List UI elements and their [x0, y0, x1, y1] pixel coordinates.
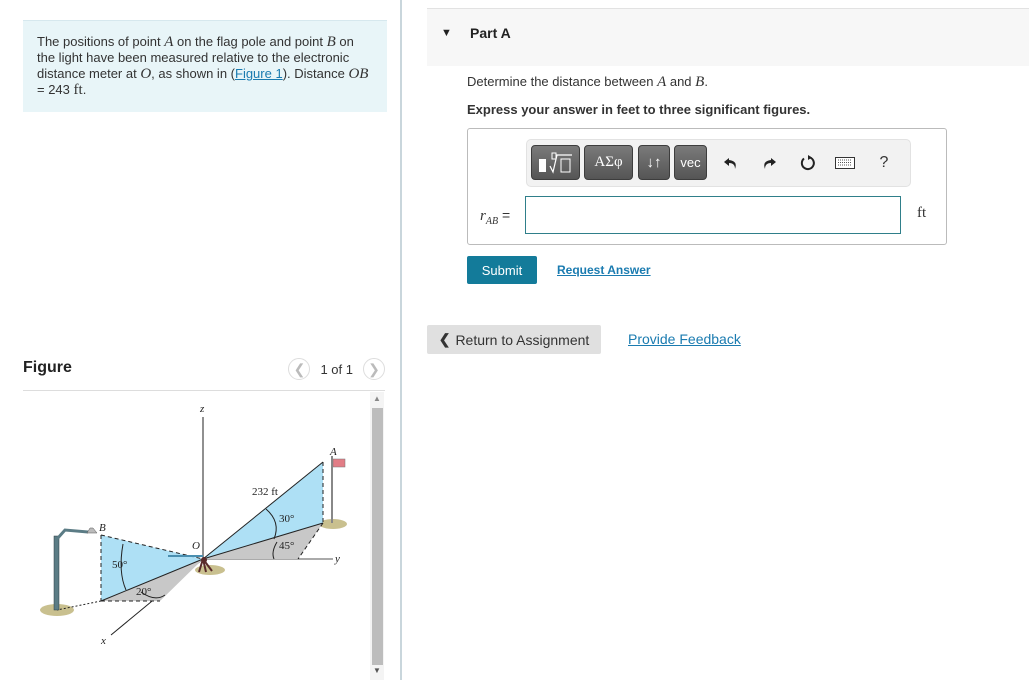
redo-icon	[764, 158, 776, 169]
submit-button[interactable]: Submit	[467, 256, 537, 284]
request-answer-link[interactable]: Request Answer	[557, 263, 651, 277]
scroll-thumb[interactable]	[372, 408, 383, 665]
intro-text: ). Distance	[282, 66, 349, 81]
chevron-left-icon: ❮	[293, 360, 306, 377]
math-b: B	[326, 34, 336, 50]
next-figure-button[interactable]: ❯	[363, 358, 385, 380]
part-title: Part A	[470, 25, 511, 41]
redo-button[interactable]	[757, 151, 781, 175]
figure-scrollbar[interactable]: ▲ ▼	[370, 392, 384, 680]
chevron-left-icon: ❮	[438, 331, 451, 347]
unit-label: ft	[917, 205, 927, 221]
label-x: x	[100, 635, 106, 647]
templates-button[interactable]	[531, 145, 580, 180]
answer-input[interactable]	[525, 196, 901, 234]
math-a: A	[164, 34, 174, 50]
label-b: B	[99, 522, 106, 534]
intro-text: The positions of point	[37, 34, 165, 49]
label-angle-20: 20°	[136, 586, 151, 598]
equals-sign: =	[501, 207, 511, 223]
provide-feedback-link[interactable]: Provide Feedback	[628, 331, 741, 347]
variable-subscript: AB	[485, 215, 499, 227]
math-toolbar: ΑΣφ ↓↑ vec ?	[526, 139, 911, 187]
chevron-right-icon: ❯	[368, 360, 380, 377]
math-unit: ft	[73, 82, 83, 98]
right-pane: ▼ Part A Determine the distance between …	[402, 0, 1029, 680]
label-a: A	[329, 446, 337, 458]
math-ob: OB	[348, 66, 369, 82]
question-part: .	[704, 74, 708, 89]
label-distance: 232 ft	[252, 486, 278, 498]
flag	[332, 458, 346, 468]
undo-icon	[724, 158, 736, 169]
label-angle-50: 50°	[112, 559, 127, 571]
question-text: Determine the distance between A and B.	[467, 74, 708, 91]
undo-button[interactable]	[719, 151, 743, 175]
problem-intro: The positions of point A on the flag pol…	[23, 20, 387, 112]
label-angle-45: 45°	[279, 540, 294, 552]
return-label: Return to Assignment	[455, 331, 590, 348]
light-pole	[53, 535, 60, 611]
keyboard-icon	[835, 157, 855, 169]
light-arm	[55, 528, 89, 540]
math-o: O	[140, 66, 152, 82]
pager-text: 1 of 1	[320, 361, 353, 377]
greek-symbols-button[interactable]: ΑΣφ	[584, 145, 633, 180]
label-z: z	[199, 403, 205, 415]
math-a: A	[657, 74, 667, 90]
fraction-root-template-icon	[538, 152, 572, 174]
label-y: y	[334, 553, 340, 565]
question-part: and	[666, 74, 696, 89]
figure-title: Figure	[23, 359, 72, 376]
figure-link[interactable]: Figure 1	[235, 66, 283, 81]
keyboard-button[interactable]	[833, 151, 857, 175]
figure-pager: ❮ 1 of 1 ❯	[288, 358, 385, 380]
intro-text: on the flag pole and point	[173, 34, 327, 49]
help-button[interactable]: ?	[872, 151, 896, 175]
label-o: O	[192, 540, 200, 552]
return-to-assignment-button[interactable]: ❮ Return to Assignment	[427, 325, 601, 354]
figure-image: z x y A B O 232 ft 50° 20° 30° 45°	[23, 392, 368, 680]
intro-text: = 243	[37, 82, 74, 97]
reset-icon	[800, 155, 815, 171]
lamp	[86, 527, 98, 534]
figure-header: Figure ❮ 1 of 1 ❯	[23, 355, 385, 391]
reset-button[interactable]	[796, 151, 820, 175]
vector-button[interactable]: vec	[674, 145, 707, 180]
math-b: B	[695, 74, 705, 90]
collapse-caret-icon[interactable]: ▼	[441, 27, 452, 39]
intro-text: , as shown in (	[151, 66, 235, 81]
figure-svg: z x y A B O 232 ft 50° 20° 30° 45°	[40, 403, 347, 647]
scroll-down-arrow-icon[interactable]: ▼	[370, 666, 384, 678]
arrows-button[interactable]: ↓↑	[638, 145, 670, 180]
question-part: Determine the distance between	[467, 74, 658, 89]
prev-figure-button[interactable]: ❮	[288, 358, 311, 380]
left-pane: The positions of point A on the flag pol…	[0, 0, 400, 680]
variable-label: rAB =	[480, 207, 510, 227]
instruction-text: Express your answer in feet to three sig…	[467, 102, 811, 117]
meter-head	[201, 557, 207, 563]
intro-text: .	[82, 82, 87, 97]
part-a-header[interactable]: ▼ Part A	[427, 8, 1029, 66]
label-angle-30: 30°	[279, 513, 294, 525]
scroll-up-arrow-icon[interactable]: ▲	[370, 394, 384, 406]
answer-box: ΑΣφ ↓↑ vec ? rAB = ft	[467, 128, 947, 245]
